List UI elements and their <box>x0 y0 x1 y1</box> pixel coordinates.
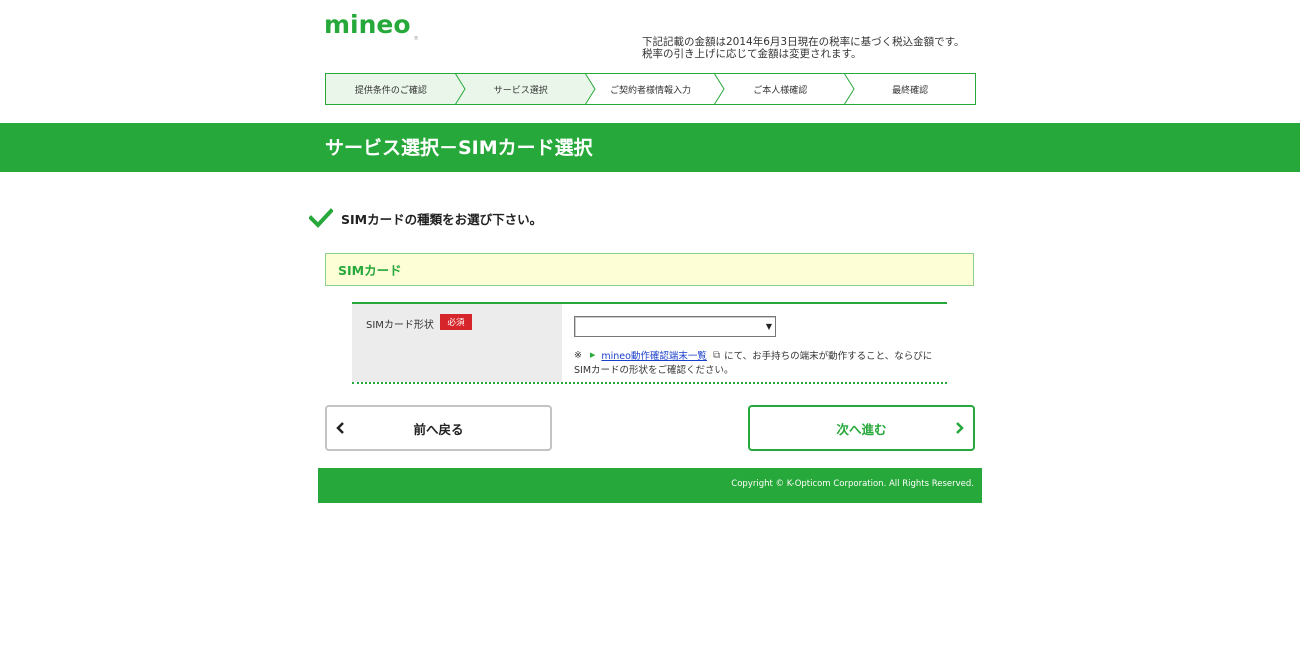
progress-steps: 提供条件のご確認 サービス選択 ご契約者様情報入力 ご本人様確認 最終確認 <box>325 73 976 105</box>
external-window-icon: ⧉ <box>712 349 721 361</box>
tax-note: 下記記載の金額は2014年6月3日現在の税率に基づく税込金額です。 税率の引き上… <box>642 36 965 60</box>
logo-registered-mark: ® <box>413 35 419 42</box>
footer: Copyright © K-Opticom Corporation. All R… <box>318 468 982 503</box>
step-label: ご本人様確認 <box>753 85 808 96</box>
sim-shape-label: SIMカード形状 <box>366 320 434 331</box>
step-identity-check: ご本人様確認 <box>715 73 855 105</box>
tax-note-line1: 下記記載の金額は2014年6月3日現在の税率に基づく税込金額です。 <box>642 36 965 48</box>
step-chevron-icon <box>454 73 466 105</box>
next-button[interactable]: 次へ進む <box>748 405 975 451</box>
instruction-text: SIMカードの種類をお選び下さい。 <box>341 211 543 227</box>
section-title: SIMカード <box>338 263 402 278</box>
next-button-label: 次へ進む <box>836 421 887 437</box>
note-line1: ※ ▶ mineo動作確認端末一覧 ⧉ にて、お手持ちの端末が動作すること、なら… <box>574 348 933 363</box>
note-line2: SIMカードの形状をご確認ください。 <box>574 365 734 376</box>
note-mark: ※ <box>574 349 582 361</box>
step-chevron-icon <box>843 73 855 105</box>
checkmark-icon <box>309 208 333 228</box>
step-label: サービス選択 <box>493 85 548 96</box>
mineo-logo[interactable]: mineo ® <box>324 10 419 42</box>
chevron-right-icon <box>956 422 964 434</box>
step-final-confirm: 最終確認 <box>845 74 975 104</box>
step-label: 提供条件のご確認 <box>354 85 427 96</box>
section-header-sim-card: SIMカード <box>325 253 974 286</box>
back-button[interactable]: 前へ戻る <box>325 405 552 451</box>
step-chevron-icon <box>713 73 725 105</box>
copyright: Copyright © K-Opticom Corporation. All R… <box>731 479 974 489</box>
chevron-left-icon <box>336 422 344 434</box>
form-label-cell: SIMカード形状 必須 <box>352 304 562 382</box>
sim-shape-select[interactable]: ▼ <box>574 316 776 337</box>
device-list-link[interactable]: mineo動作確認端末一覧 <box>601 348 707 362</box>
link-arrow-icon: ▶ <box>589 351 596 359</box>
tax-note-line2: 税率の引き上げに応じて金額は変更されます。 <box>642 48 862 60</box>
instruction: SIMカードの種類をお選び下さい。 <box>309 208 542 228</box>
required-badge: 必須 <box>440 314 472 330</box>
step-label: ご契約者様情報入力 <box>609 85 691 96</box>
back-button-label: 前へ戻る <box>413 421 464 437</box>
step-label: 最終確認 <box>892 85 929 96</box>
step-conditions: 提供条件のご確認 <box>326 73 466 105</box>
title-banner <box>0 123 1300 172</box>
note-text-line1: にて、お手持ちの端末が動作すること、ならびに <box>724 351 933 362</box>
step-chevron-icon <box>584 73 596 105</box>
step-contractor-info: ご契約者様情報入力 <box>586 73 725 105</box>
dropdown-arrow-icon[interactable]: ▼ <box>766 322 772 331</box>
page-title: サービス選択－SIMカード選択 <box>325 137 593 159</box>
logo-text: mineo <box>324 10 411 39</box>
sim-form-row: SIMカード形状 必須 ▼ ※ ▶ mineo動作確認端末一覧 ⧉ にて、お手持… <box>352 302 947 384</box>
step-service-select: サービス選択 <box>455 73 596 105</box>
